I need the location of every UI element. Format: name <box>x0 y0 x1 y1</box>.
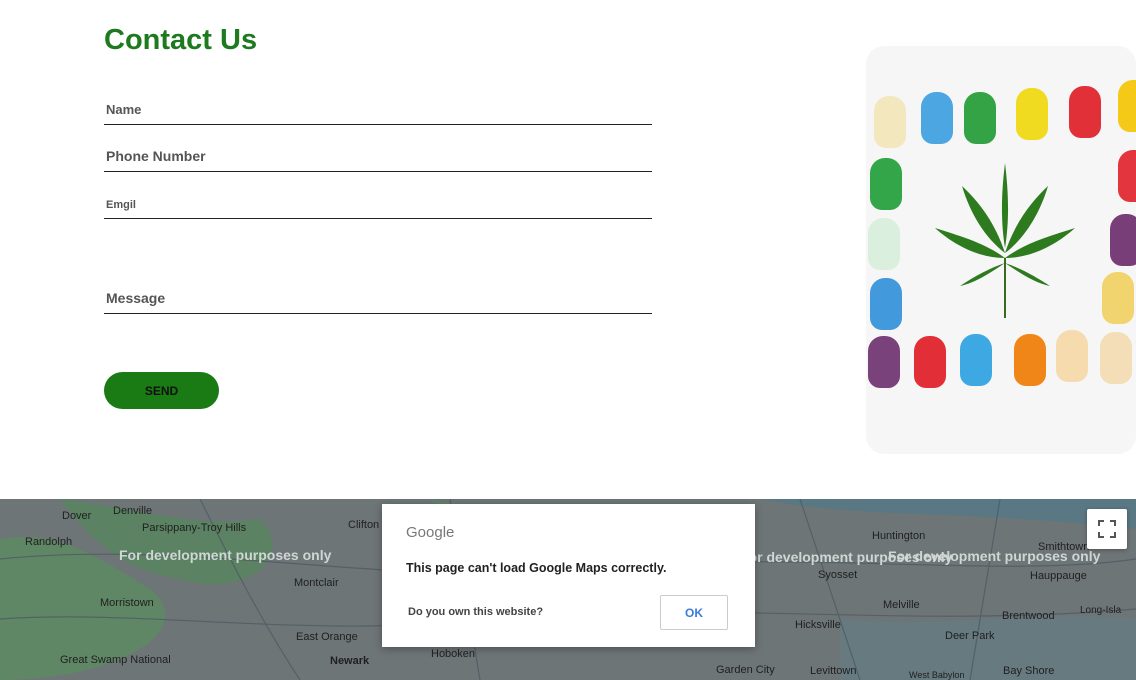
map-place-label: Newark <box>330 655 370 667</box>
map-place-label: Hoboken <box>431 648 476 660</box>
email-field-label: Emgil <box>106 199 136 211</box>
name-field[interactable]: Name <box>104 94 652 125</box>
email-field[interactable]: Emgil <box>104 188 652 219</box>
message-field-label: Message <box>106 290 166 306</box>
map-place-label: Randolph <box>25 536 73 548</box>
map-watermark: For development purposes only <box>119 547 332 563</box>
send-button[interactable]: SEND <box>104 372 219 409</box>
fullscreen-icon <box>1098 520 1116 538</box>
own-website-link[interactable]: Do you own this website? <box>408 606 543 618</box>
map-place-label: Denville <box>113 505 153 517</box>
map-place-label: Dover <box>62 510 92 522</box>
map-fullscreen-button[interactable] <box>1087 509 1127 549</box>
cannabis-leaf-icon <box>935 163 1075 318</box>
map-place-label: East Orange <box>296 631 358 643</box>
dialog-message: This page can't load Google Maps correct… <box>406 561 667 575</box>
map-place-label: Long-Isla <box>1080 605 1122 616</box>
map-place-label: Montclair <box>294 577 339 589</box>
name-field-label: Name <box>106 102 142 117</box>
map-place-label: Great Swamp National <box>60 654 171 666</box>
map-place-label: Levittown <box>810 665 857 677</box>
dialog-ok-button[interactable]: OK <box>660 595 728 630</box>
phone-field[interactable]: Phone Number <box>104 141 652 172</box>
map-place-label: Syosset <box>818 569 858 581</box>
map-place-label: Melville <box>883 599 920 611</box>
map-place-label: Deer Park <box>945 630 995 642</box>
gummy-bears-image <box>866 46 1136 454</box>
map-place-label: Smithtown <box>1038 541 1090 553</box>
dialog-title: Google <box>406 524 455 541</box>
map-place-label: Parsippany-Troy Hills <box>142 522 247 534</box>
map-place-label: Clifton <box>348 519 380 531</box>
page-title: Contact Us <box>104 24 258 56</box>
map-place-label: West Babylon <box>909 670 965 680</box>
map-place-label: Brentwood <box>1002 610 1055 622</box>
map-place-label: Bay Shore <box>1003 665 1055 677</box>
map-place-label: Morristown <box>100 597 154 609</box>
maps-error-dialog: Google This page can't load Google Maps … <box>382 504 755 647</box>
phone-field-label: Phone Number <box>106 148 206 164</box>
message-field[interactable]: Message <box>104 236 652 314</box>
map-place-label: Garden City <box>716 664 775 676</box>
map-place-label: Hicksville <box>795 619 841 631</box>
map-place-label: Huntington <box>872 530 926 542</box>
map-place-label: Hauppauge <box>1030 570 1087 582</box>
